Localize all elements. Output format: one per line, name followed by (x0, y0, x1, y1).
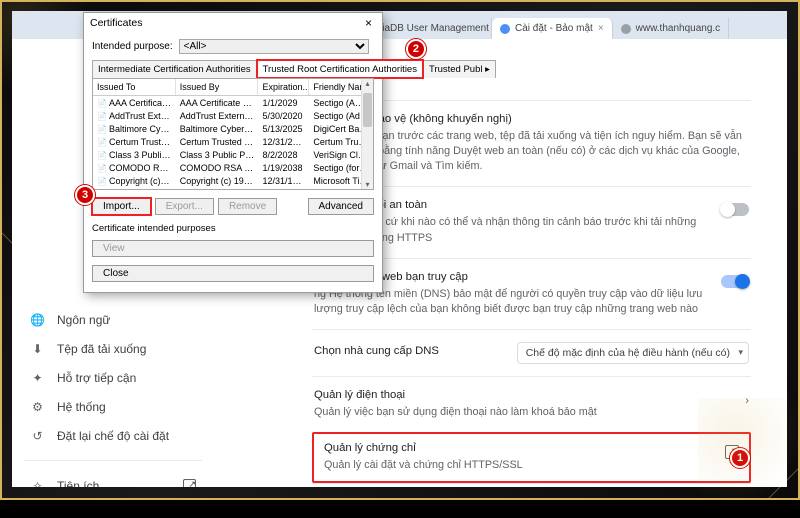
table-row[interactable]: Certum Trusted Ne...Certum Trusted Netw.… (93, 135, 373, 148)
sidebar-item-extensions[interactable]: ✧ Tiện ích (24, 471, 212, 487)
table-cell: Baltimore CyberTru... (93, 122, 176, 135)
sidebar-item-label: Tệp đã tải xuống (57, 342, 146, 356)
cert-purposes-label: Certificate intended purposes (92, 223, 374, 234)
setting-description: Quản lý việc bạn sử dụng điện thoại nào … (314, 405, 731, 420)
table-cell: 5/30/2020 (258, 109, 309, 122)
scrollbar[interactable] (361, 79, 373, 189)
setting-title: Quản lý chứng chỉ (324, 442, 711, 454)
accessibility-icon: ✦ (30, 370, 45, 385)
table-cell: 8/2/2028 (258, 148, 309, 161)
certificate-list[interactable]: Issued To Issued By Expiration... Friend… (92, 78, 374, 190)
dns-provider-select[interactable]: Chế độ mặc định của hệ điều hành (nếu có… (517, 342, 749, 364)
table-cell: 12/31/2029 (258, 135, 309, 148)
table-cell: 1/19/2038 (258, 161, 309, 174)
tab-trusted-root-ca[interactable]: Trusted Root Certification Authorities 2 (257, 60, 423, 78)
import-button[interactable]: Import... 3 (92, 198, 151, 215)
scrollbar-thumb[interactable] (363, 93, 372, 127)
table-cell: Baltimore CyberTru... (176, 122, 259, 135)
favicon-icon (621, 24, 631, 34)
extensions-icon: ✧ (30, 478, 45, 487)
table-cell: Copyright (c) 1997 ... (93, 174, 176, 187)
globe-icon: 🌐 (30, 312, 45, 327)
table-cell: Copyright (c) 1997 M... (176, 174, 259, 187)
table-cell: Default Company Ltd (176, 187, 259, 190)
export-button[interactable]: Export... (155, 198, 214, 215)
table-cell: COMODO RSA Certific... (176, 161, 259, 174)
setting-title: Quản lý điện thoại (314, 389, 731, 401)
table-row[interactable]: Baltimore CyberTru...Baltimore CyberTru.… (93, 122, 373, 135)
table-cell: Class 3 Public Primary... (176, 148, 259, 161)
reset-icon: ↺ (30, 428, 45, 443)
chevron-right-icon: › (745, 395, 749, 407)
table-cell: Certum Trusted Netw... (176, 135, 259, 148)
table-row[interactable]: AddTrust External CA...AddTrust External… (93, 109, 373, 122)
table-cell: COMODO RSA Certific... (93, 161, 176, 174)
sidebar-item-reset[interactable]: ↺ Đặt lại chế độ cài đặt (24, 421, 212, 450)
cert-tab-strip: Intermediate Certification Authorities T… (92, 60, 374, 78)
sidebar-item-label: Đặt lại chế độ cài đặt (57, 429, 169, 443)
sidebar-item-system[interactable]: ⚙ Hệ thống (24, 392, 212, 421)
table-cell: Certum Trusted Ne... (93, 135, 176, 148)
remove-button[interactable]: Remove (218, 198, 277, 215)
table-cell: AddTrust External CA... (93, 109, 176, 122)
annotation-badge-1: 1 (730, 448, 750, 468)
col-expiration[interactable]: Expiration... (258, 79, 309, 95)
table-cell: 1/22/2034 (258, 187, 309, 190)
certificates-dialog: Certificates × Intended purpose: <All> I… (83, 12, 383, 293)
https-toggle[interactable] (721, 203, 749, 216)
intended-purpose-select[interactable]: <All> (179, 39, 369, 54)
dns-provider-label: Chọn nhà cung cấp DNS (314, 345, 503, 357)
table-cell: 5/13/2025 (258, 122, 309, 135)
dialog-title: Certificates (90, 17, 143, 29)
table-cell: AAA Certificate Servi... (93, 96, 176, 109)
table-cell: 12/31/1999 (258, 174, 309, 187)
manage-certificates-row[interactable]: Quản lý chứng chỉ Quản lý cài đặt và chứn… (312, 432, 751, 483)
setting-description: Quản lý cài đặt và chứng chỉ HTTPS/SSL (324, 458, 711, 473)
intended-purpose-label: Intended purpose: (92, 41, 173, 52)
annotation-badge-2: 2 (406, 39, 426, 59)
open-external-icon (725, 445, 739, 459)
close-button[interactable]: Close (92, 265, 374, 282)
close-icon[interactable]: × (598, 23, 604, 34)
table-row[interactable]: COMODO RSA Certific...COMODO RSA Certifi… (93, 161, 373, 174)
sidebar-item-label: Hỗ trợ tiếp cận (57, 371, 136, 385)
view-button[interactable]: View (92, 240, 374, 257)
table-cell: 1/1/2029 (258, 96, 309, 109)
tab-intermediate-ca[interactable]: Intermediate Certification Authorities (92, 60, 257, 78)
advanced-button[interactable]: Advanced (308, 198, 374, 215)
table-cell: AddTrust External CA... (176, 109, 259, 122)
table-row[interactable]: Class 3 Public Primary...Class 3 Public … (93, 148, 373, 161)
col-issued-by[interactable]: Issued By (176, 79, 259, 95)
annotation-badge-3: 3 (75, 185, 95, 205)
table-cell: AAA Certificate Services (176, 96, 259, 109)
open-external-icon (183, 479, 196, 487)
browser-tab[interactable]: Cài đặt - Bảo mật× (492, 18, 613, 39)
table-cell: Class 3 Public Primary... (93, 148, 176, 161)
dialog-close-button[interactable]: × (361, 16, 376, 30)
sidebar-item-language[interactable]: 🌐 Ngôn ngữ (24, 305, 212, 334)
browser-tab[interactable]: www.thanhquang.c (613, 18, 730, 39)
sidebar-item-label: Ngôn ngữ (57, 313, 110, 327)
sidebar-item-label: Hệ thống (57, 400, 106, 414)
secure-dns-toggle[interactable] (721, 275, 749, 288)
tab-trusted-publishers[interactable]: Trusted Publ ▸ (423, 60, 496, 78)
table-row[interactable]: AAA Certificate Servi...AAA Certificate … (93, 96, 373, 109)
sidebar-item-downloads[interactable]: ⬇ Tệp đã tải xuống (24, 334, 212, 363)
table-cell: Default Company Ltd (93, 187, 176, 190)
col-issued-to[interactable]: Issued To (93, 79, 176, 95)
sidebar-item-accessibility[interactable]: ✦ Hỗ trợ tiếp cận (24, 363, 212, 392)
table-row[interactable]: Default Company LtdDefault Company Ltd1/… (93, 187, 373, 190)
table-row[interactable]: Copyright (c) 1997 ...Copyright (c) 1997… (93, 174, 373, 187)
favicon-icon (500, 24, 510, 34)
system-icon: ⚙ (30, 399, 45, 414)
download-icon: ⬇ (30, 341, 45, 356)
sidebar-item-label: Tiện ích (57, 479, 99, 488)
